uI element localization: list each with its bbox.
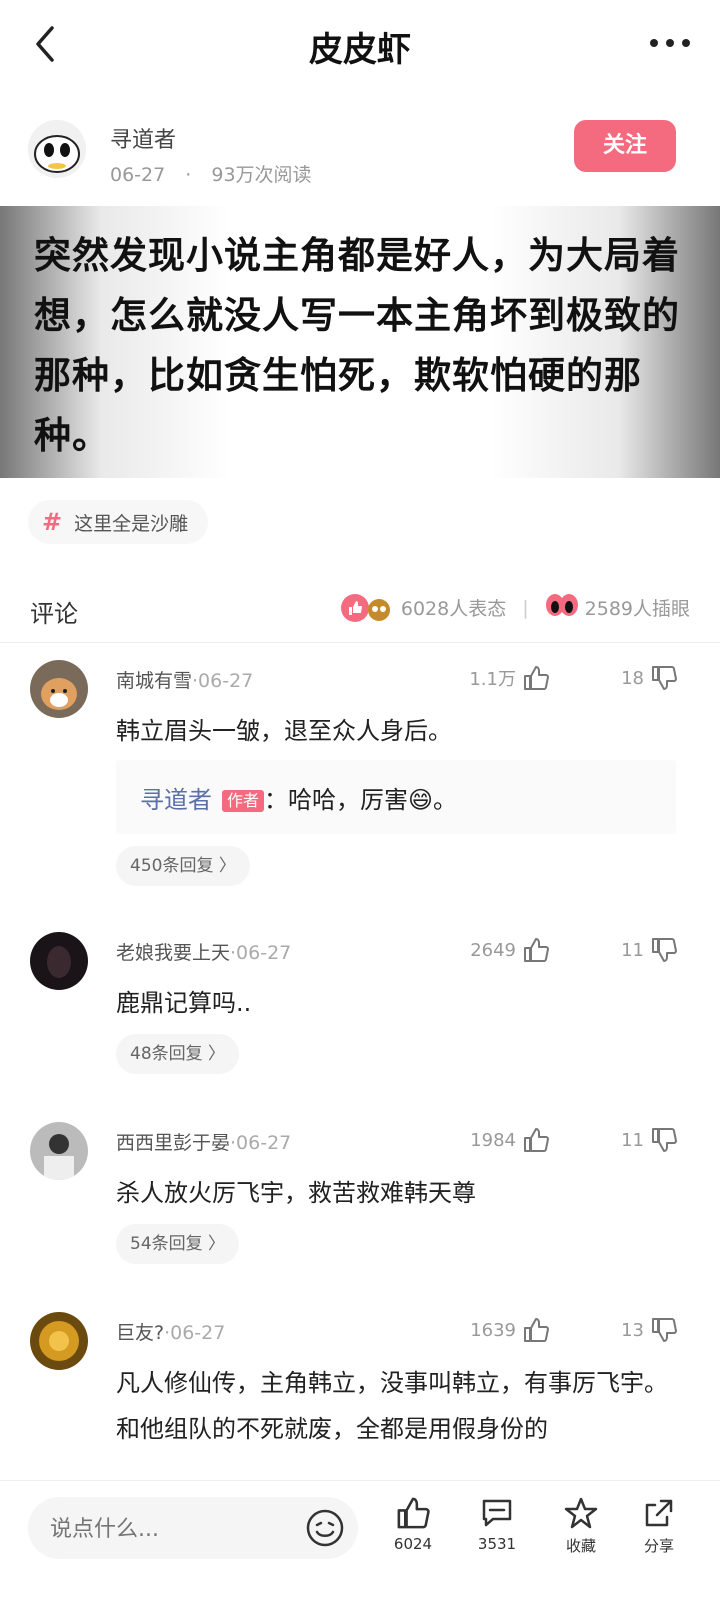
reply-count-button[interactable]: 54条回复 〉 [116, 1224, 240, 1264]
divider: | [522, 596, 529, 619]
author-badge: 作者 [222, 790, 265, 812]
like-count: 1639 [470, 1319, 516, 1341]
commenter-avatar[interactable] [30, 932, 88, 990]
dislike-button[interactable]: 13 [621, 1314, 678, 1346]
commenter-name[interactable]: 巨友?·06-27 [116, 1318, 225, 1345]
dislike-button[interactable]: 11 [621, 1124, 678, 1156]
commenter-name-text: 西西里彭于晏 [116, 1132, 231, 1154]
dislike-button[interactable]: 18 [621, 662, 678, 694]
post-date: 06-27 [110, 164, 166, 186]
comment-date: ·06-27 [192, 670, 254, 692]
thumb-down-icon [652, 938, 677, 962]
comment-text: 鹿鼎记算吗.. [116, 989, 252, 1017]
commenter-avatar[interactable] [30, 660, 88, 718]
eyes-icon [545, 592, 579, 623]
thumb-up-icon [524, 666, 549, 690]
favorite-action[interactable]: 收藏 [546, 1495, 616, 1575]
comment-text: 韩立眉头一皱，退至众人身后。 [116, 717, 452, 745]
like-button[interactable]: 1639 [470, 1314, 550, 1346]
thumb-down-icon [652, 666, 677, 690]
comments-title: 评论 [30, 600, 78, 628]
topic-tag-label: 这里全是沙雕 [74, 512, 189, 535]
reply-text: ：哈哈，厉害😄。 [264, 786, 458, 814]
author-meta: 06-27 · 93万次阅读 [110, 160, 312, 187]
read-count: 93万次阅读 [211, 164, 312, 186]
commenter-name[interactable]: 南城有雪·06-27 [116, 666, 253, 693]
commenter-name-text: 老娘我要上天 [116, 942, 231, 964]
comment-date: ·06-27 [230, 1132, 292, 1154]
comment-header: 评论 6028人表态 | 2589人插眼 [0, 578, 720, 643]
author-avatar[interactable] [28, 120, 86, 178]
like-count: 1984 [470, 1129, 516, 1151]
comment-date: ·06-27 [230, 942, 292, 964]
comment-action[interactable]: 3531 [462, 1495, 532, 1575]
favorite-label: 收藏 [565, 1537, 596, 1555]
hashtag-icon: # [42, 508, 63, 536]
comment-icon [482, 1499, 512, 1527]
reply-count-button[interactable]: 48条回复 〉 [116, 1034, 240, 1074]
reply-author-name: 寻道者 [140, 786, 212, 814]
bomb-reaction-icon [365, 594, 393, 622]
comment-text: 凡人修仙传，主角韩立，没事叫韩立，有事厉飞宇。和他组队的不死就废，全都是用假身份… [116, 1369, 668, 1443]
dislike-count: 11 [621, 939, 644, 961]
reply-author: 寻道者 作者 ：哈哈，厉害😄。 [140, 780, 457, 815]
dislike-count: 18 [621, 667, 644, 689]
commenter-name[interactable]: 老娘我要上天·06-27 [116, 938, 291, 965]
like-count: 2649 [470, 939, 516, 961]
dislike-count: 13 [621, 1319, 644, 1341]
thumb-up-icon [524, 938, 549, 962]
dislike-count: 11 [621, 1129, 644, 1151]
eyes-count: 2589人插眼 [584, 598, 690, 620]
comment-action-count: 3531 [477, 1535, 517, 1553]
like-count: 1.1万 [469, 669, 516, 690]
commenter-avatar[interactable] [30, 1122, 88, 1180]
like-action[interactable]: 6024 [378, 1495, 448, 1575]
star-icon [564, 1497, 598, 1529]
reply-count-button[interactable]: 450条回复 〉 [116, 846, 250, 886]
commenter-avatar[interactable] [30, 1312, 88, 1370]
share-icon [645, 1499, 673, 1527]
post-text: 突然发现小说主角都是好人，为大局着想，怎么就没人写一本主角坏到极致的那种，比如贪… [34, 234, 680, 457]
top-bar: 皮皮虾 [0, 0, 720, 88]
like-button[interactable]: 2649 [470, 934, 550, 966]
follow-button[interactable]: 关注 [574, 120, 676, 172]
comment-text: 杀人放火厉飞宇，救苦救难韩天尊 [116, 1179, 476, 1207]
commenter-name-text: 南城有雪 [116, 670, 193, 692]
more-icon[interactable] [648, 28, 692, 58]
like-button[interactable]: 1.1万 [469, 662, 550, 694]
thumb-up-icon [397, 1497, 430, 1529]
author-name[interactable]: 寻道者 [110, 122, 176, 154]
commenter-name-text: 巨友? [116, 1322, 165, 1344]
share-action[interactable]: 分享 [624, 1495, 694, 1575]
commenter-name[interactable]: 西西里彭于晏·06-27 [116, 1128, 291, 1155]
page-title: 皮皮虾 [309, 30, 411, 70]
thumb-down-icon [652, 1318, 677, 1342]
comment-input[interactable] [48, 1509, 292, 1549]
thumb-up-icon [524, 1318, 549, 1342]
thumb-up-icon [524, 1128, 549, 1152]
author-reply[interactable]: 寻道者 作者 ：哈哈，厉害😄。 [116, 760, 676, 834]
meta-separator: · [185, 164, 192, 186]
topic-tag[interactable]: # 这里全是沙雕 [28, 500, 209, 544]
like-action-count: 6024 [393, 1535, 433, 1553]
emoji-icon[interactable] [304, 1507, 346, 1549]
reaction-summary[interactable]: 6028人表态 | 2589人插眼 [340, 592, 690, 623]
post-image[interactable]: 突然发现小说主角都是好人，为大局着想，怎么就没人写一本主角坏到极致的那种，比如贪… [0, 206, 720, 478]
thumb-down-icon [652, 1128, 677, 1152]
reaction-count: 6028人表态 [400, 598, 507, 620]
comment-input-box[interactable] [28, 1497, 358, 1559]
share-label: 分享 [643, 1537, 674, 1555]
comment-date: ·06-27 [164, 1322, 226, 1344]
like-button[interactable]: 1984 [470, 1124, 550, 1156]
author-row: 寻道者 06-27 · 93万次阅读 关注 [0, 98, 720, 200]
bottom-bar: 6024 3531 收藏 分享 [0, 1480, 720, 1601]
dislike-button[interactable]: 11 [621, 934, 678, 966]
